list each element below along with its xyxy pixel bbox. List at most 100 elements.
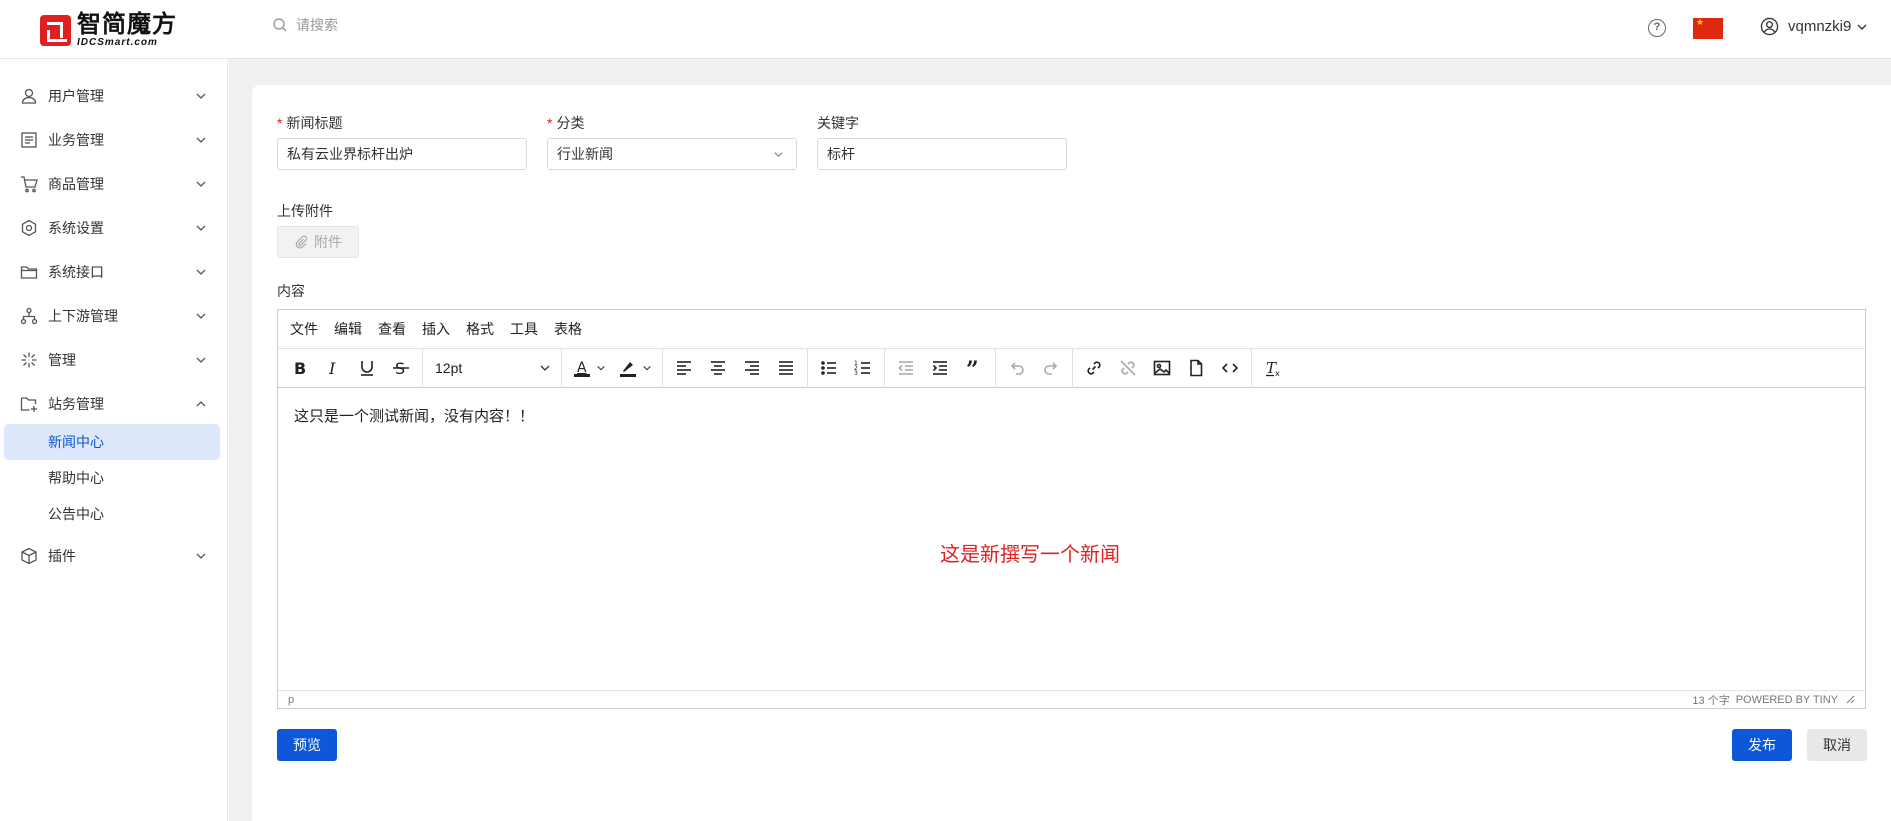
menu-insert[interactable]: 插入 <box>422 319 450 339</box>
paperclip-icon <box>295 235 307 249</box>
sidebar-item-system-settings[interactable]: 系统设置 <box>0 206 228 250</box>
underline-icon[interactable] <box>350 353 384 383</box>
sidebar-item-user-management[interactable]: 用户管理 <box>0 74 228 118</box>
china-flag-icon[interactable] <box>1693 17 1723 39</box>
title-label: * 新闻标题 <box>277 115 343 131</box>
word-count[interactable]: 13 个字 <box>1692 692 1729 708</box>
search-icon <box>273 18 287 32</box>
indent-icon[interactable] <box>923 353 957 383</box>
keyword-input[interactable]: 标杆 <box>817 138 1067 170</box>
username: vqmnzki9 <box>1788 18 1852 35</box>
attach-button[interactable]: 附件 <box>277 226 359 258</box>
cancel-button[interactable]: 取消 <box>1807 729 1867 761</box>
font-size-select[interactable]: 12pt <box>427 353 557 383</box>
italic-icon[interactable]: I <box>316 353 350 383</box>
document-icon[interactable] <box>1179 353 1213 383</box>
sidebar-item-business-management[interactable]: 业务管理 <box>0 118 228 162</box>
content-label: 内容 <box>277 283 305 299</box>
chevron-down-icon <box>1857 24 1867 30</box>
sidebar-subitem-news-center[interactable]: 新闻中心 <box>4 424 220 460</box>
undo-icon[interactable] <box>1000 353 1034 383</box>
resize-handle-icon[interactable] <box>1846 695 1855 704</box>
chevron-up-icon <box>196 401 206 407</box>
logo-text-en: IDCSmart.com <box>77 37 158 48</box>
chevron-down-icon <box>540 365 550 371</box>
bullet-list-icon[interactable] <box>812 353 846 383</box>
search-input[interactable] <box>296 17 496 33</box>
align-justify-icon[interactable] <box>769 353 803 383</box>
preview-button[interactable]: 预览 <box>277 729 337 761</box>
menu-file[interactable]: 文件 <box>290 319 318 339</box>
sidebar-item-plugins[interactable]: 插件 <box>0 534 228 578</box>
sidebar-item-site-management[interactable]: 站务管理 <box>0 382 228 426</box>
chevron-down-icon <box>196 313 206 319</box>
network-icon <box>20 307 38 325</box>
logo-text-cn: 智简魔方 <box>77 10 177 38</box>
search-box[interactable] <box>272 17 496 33</box>
chevron-down-icon <box>774 152 783 158</box>
keyword-label: 关键字 <box>817 115 859 131</box>
sidebar-item-system-interface[interactable]: 系统接口 <box>0 250 228 294</box>
link-icon[interactable] <box>1077 353 1111 383</box>
redo-icon[interactable] <box>1034 353 1068 383</box>
menu-table[interactable]: 表格 <box>554 319 582 339</box>
outdent-icon[interactable] <box>889 353 923 383</box>
menu-edit[interactable]: 编辑 <box>334 319 362 339</box>
chevron-down-icon <box>196 225 206 231</box>
powered-by-tiny[interactable]: POWERED BY TINY <box>1736 694 1838 706</box>
cart-icon <box>21 176 38 193</box>
align-center-icon[interactable] <box>701 353 735 383</box>
sidebar-item-management[interactable]: 管理 <box>0 338 228 382</box>
settings-icon <box>21 219 37 237</box>
editor-toolbar: B I S 12pt A 1 2 3 ” T x <box>278 348 1865 388</box>
element-path[interactable]: p <box>288 694 294 706</box>
text-color-button[interactable]: A <box>566 353 612 383</box>
user-avatar-icon <box>1760 17 1779 36</box>
chevron-down-icon <box>643 365 651 371</box>
sidebar-subitem-help-center[interactable]: 帮助中心 <box>4 460 220 496</box>
cube-icon <box>21 547 37 565</box>
menu-tools[interactable]: 工具 <box>510 319 538 339</box>
editor-paragraph: 这只是一个测试新闻，没有内容！！ <box>294 408 535 425</box>
top-header: 智简魔方 IDCSmart.com ? vqmnzki9 <box>0 0 1891 59</box>
upload-label: 上传附件 <box>277 203 333 219</box>
svg-text:A: A <box>577 360 587 376</box>
align-right-icon[interactable] <box>735 353 769 383</box>
category-select[interactable]: 行业新闻 <box>547 138 797 170</box>
clear-formatting-icon[interactable]: Tx <box>1256 353 1290 383</box>
sidebar-item-upstream-downstream[interactable]: 上下游管理 <box>0 294 228 338</box>
editor-statusbar: p 13 个字 POWERED BY TINY <box>278 690 1865 708</box>
chevron-down-icon <box>597 365 605 371</box>
image-icon[interactable] <box>1145 353 1179 383</box>
chevron-down-icon <box>196 93 206 99</box>
align-left-icon[interactable] <box>667 353 701 383</box>
help-icon[interactable]: ? <box>1648 19 1666 37</box>
folder-icon <box>20 266 38 279</box>
editor-menubar: 文件 编辑 查看 插入 格式 工具 表格 <box>278 310 1865 349</box>
highlight-color-button[interactable] <box>612 353 658 383</box>
chevron-down-icon <box>196 181 206 187</box>
strikethrough-icon[interactable]: S <box>384 353 418 383</box>
logo-mark-icon <box>40 14 71 46</box>
blockquote-icon[interactable]: ” <box>957 353 991 383</box>
sidebar-item-product-management[interactable]: 商品管理 <box>0 162 228 206</box>
code-icon[interactable] <box>1213 353 1247 383</box>
bold-icon[interactable]: B <box>282 353 316 383</box>
unlink-icon[interactable] <box>1111 353 1145 383</box>
user-menu[interactable]: vqmnzki9 <box>1760 17 1877 36</box>
title-input[interactable]: 私有云业界标杆出炉 <box>277 138 527 170</box>
user-icon <box>21 88 37 104</box>
sidebar-subitem-announcement-center[interactable]: 公告中心 <box>4 496 220 532</box>
site-icon <box>20 397 37 412</box>
numbered-list-icon[interactable]: 123 <box>846 353 880 383</box>
publish-button[interactable]: 发布 <box>1732 729 1792 761</box>
menu-view[interactable]: 查看 <box>378 319 406 339</box>
list-icon <box>21 132 37 148</box>
svg-text:3: 3 <box>854 370 858 377</box>
rich-text-editor: 文件 编辑 查看 插入 格式 工具 表格 B I S 12pt A 1 2 3 … <box>277 309 1866 709</box>
annotation-text: 这是新撰写一个新闻 <box>940 544 1120 566</box>
menu-format[interactable]: 格式 <box>466 319 494 339</box>
sparkle-icon <box>21 352 37 368</box>
logo[interactable]: 智简魔方 IDCSmart.com <box>40 12 177 48</box>
sidebar: 用户管理 业务管理 商品管理 系统设置 系统接口 上下游管理 管理 站务管理 新… <box>0 59 228 821</box>
